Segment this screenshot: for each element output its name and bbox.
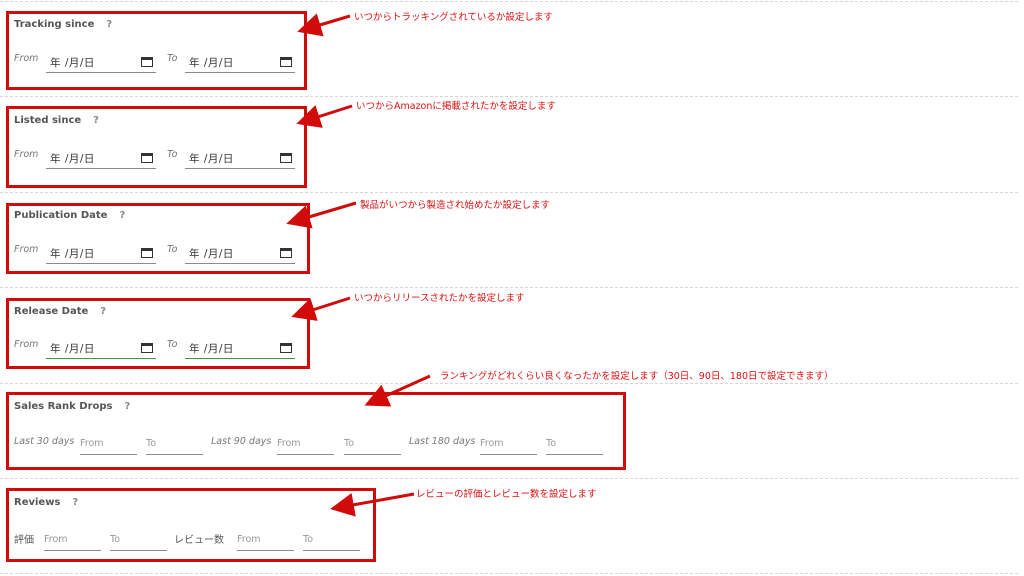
annotation-note: いつからAmazonに掲載されたかを設定します	[356, 101, 556, 112]
annotation-arrow	[330, 492, 415, 517]
annotation-note: レビューの評価とレビュー数を設定します	[416, 489, 597, 500]
annotation-arrow	[286, 201, 357, 229]
annotation-note: いつからトラッキングされているか設定します	[354, 12, 553, 23]
annotation-arrow	[297, 13, 351, 37]
annotation-note: いつからリリースされたかを設定します	[354, 293, 525, 304]
annotation-note: 製品がいつから製造され始めたか設定します	[360, 200, 551, 211]
annotation-note: ランキングがどれくらい良くなったかを設定します（30日、90日、180日で設定で…	[440, 371, 834, 382]
annotation-arrow	[291, 296, 351, 321]
annotation-arrow	[296, 104, 353, 128]
annotation-arrow	[364, 374, 431, 407]
